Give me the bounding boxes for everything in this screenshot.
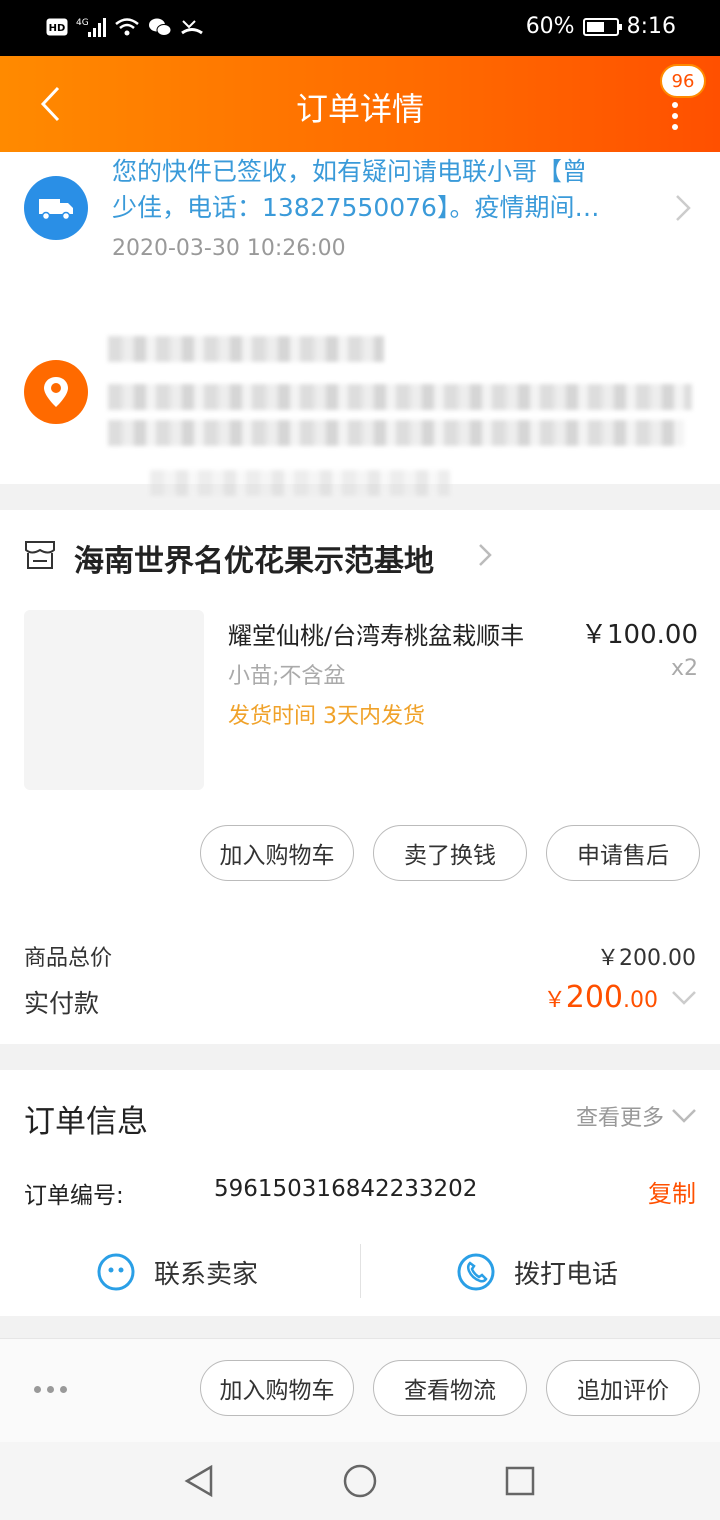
chevron-down-icon[interactable]: [670, 1106, 698, 1126]
order-info-title: 订单信息: [24, 1104, 148, 1140]
add-review-button[interactable]: 追加评价: [546, 1360, 700, 1416]
divider: [360, 1244, 361, 1298]
store-icon: [24, 540, 56, 570]
redacted-recipient: [108, 336, 384, 362]
call-phone-button[interactable]: 拨打电话: [456, 1240, 618, 1304]
nav-recents-icon[interactable]: [501, 1462, 539, 1500]
wifi-icon: [114, 14, 140, 40]
more-actions-icon[interactable]: [34, 1386, 67, 1393]
total-price-label: 商品总价: [24, 946, 113, 971]
location-pin-icon: [24, 360, 88, 424]
phone-icon: [457, 1253, 495, 1291]
product-image[interactable]: [24, 610, 204, 790]
view-logistics-button[interactable]: 查看物流: [373, 1360, 527, 1416]
product-sku: 小苗;不含盆: [228, 664, 346, 689]
paid-amount-label: 实付款: [24, 989, 100, 1018]
page-title: 订单详情: [295, 90, 424, 128]
svg-text:HD: HD: [49, 23, 66, 34]
redacted-address-line-1: [108, 384, 692, 410]
nav-home-icon[interactable]: [341, 1462, 379, 1500]
contact-seller-button[interactable]: 联系卖家: [96, 1240, 258, 1304]
battery-icon: [582, 17, 622, 36]
paid-amount-value: ￥200.00: [543, 980, 658, 1015]
view-more-link[interactable]: 查看更多: [576, 1100, 664, 1132]
status-bar: HD 4G 60% 8:16: [0, 0, 720, 56]
product-quantity: x2: [670, 656, 698, 681]
nav-back-icon[interactable]: [180, 1462, 218, 1500]
svg-text:4G: 4G: [76, 18, 89, 28]
shop-name[interactable]: 海南世界名优花果示范基地: [74, 536, 434, 580]
product-price: ￥100.00: [581, 620, 698, 650]
app-header: 订单详情 96: [0, 56, 720, 152]
wechat-icon: [148, 14, 172, 40]
add-to-cart-bottom-button[interactable]: 加入购物车: [200, 1360, 354, 1416]
chevron-right-icon[interactable]: [668, 190, 698, 226]
after-sales-button[interactable]: 申请售后: [546, 825, 700, 881]
resell-button[interactable]: 卖了换钱: [373, 825, 527, 881]
message-count-badge: 96: [660, 64, 706, 98]
cellular-signal-icon: 4G: [76, 14, 106, 40]
missed-call-icon: [180, 14, 204, 40]
chevron-right-icon[interactable]: [474, 540, 496, 570]
logistics-time: 2020-03-30 10:26:00: [112, 236, 346, 261]
chat-bubble-icon: [97, 1252, 135, 1291]
redacted-address-line-3: [150, 470, 450, 496]
logistics-message[interactable]: 您的快件已签收，如有疑问请电联小哥【曾 少佳，电话：13827550076】。疫…: [112, 154, 652, 226]
battery-percent: 60%: [525, 14, 575, 39]
total-price-value: ￥200.00: [597, 946, 696, 971]
copy-button[interactable]: 复制: [648, 1174, 696, 1209]
truck-icon: [24, 176, 88, 240]
order-number-label: 订单编号:: [24, 1183, 124, 1209]
more-vertical-icon: [672, 102, 678, 108]
add-to-cart-button[interactable]: 加入购物车: [200, 825, 354, 881]
hd-icon: HD: [46, 14, 68, 40]
shipping-time: 发货时间 3天内发货: [228, 704, 425, 729]
chevron-down-icon[interactable]: [670, 988, 698, 1008]
product-title[interactable]: 耀堂仙桃/台湾寿桃盆栽顺丰: [228, 616, 524, 651]
redacted-address-line-2: [108, 420, 684, 446]
order-number-value: 596150316842233202: [214, 1176, 478, 1202]
clock: 8:16: [626, 14, 676, 39]
